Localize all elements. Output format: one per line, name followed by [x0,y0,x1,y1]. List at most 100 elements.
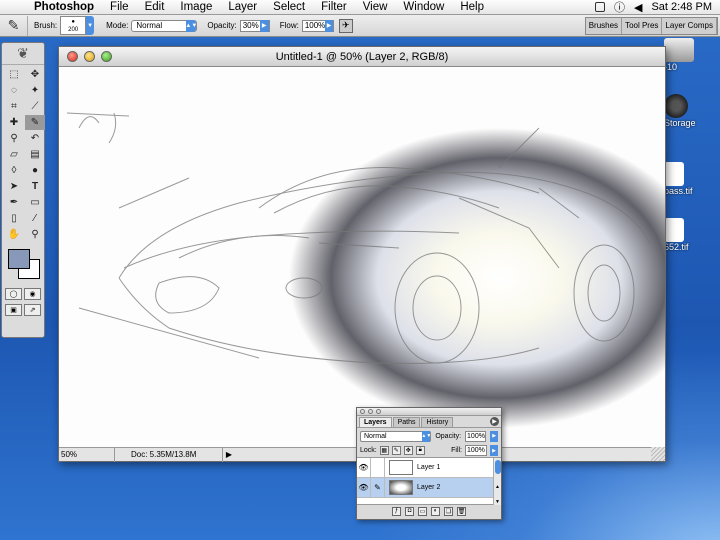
trash-icon[interactable]: 🗑︎ [457,506,466,516]
eyedropper-tool-icon[interactable]: ⁄ [25,211,45,226]
lock-all-icon[interactable]: 🔒︎ [415,446,425,455]
flow-field[interactable]: 100% ▶ [301,19,334,32]
scroll-down-arrow-icon[interactable]: ▼ [495,499,500,505]
tool-preset-brush-icon[interactable]: ✎ [0,15,28,36]
airbrush-toggle-icon[interactable]: ✈ [338,18,353,33]
scroll-up-arrow-icon[interactable]: ▲ [495,484,500,490]
lasso-tool-icon[interactable]: ◌ [4,83,24,98]
zoom-level[interactable]: 50% [59,447,115,462]
healing-brush-tool-icon[interactable]: ✚ [4,115,24,130]
volume-icon[interactable]: ◀ [634,1,642,14]
notes-tool-icon[interactable]: ▯ [4,211,24,226]
resize-handle[interactable] [651,447,665,461]
mode-select[interactable]: Normal ▲▼ [131,19,198,32]
layer-opacity-field[interactable]: 100% [465,430,487,442]
move-tool-icon[interactable]: ✥ [25,67,45,82]
menu-layer[interactable]: Layer [220,1,265,13]
menu-select[interactable]: Select [265,1,313,13]
dodge-tool-icon[interactable]: ● [25,163,45,178]
status-menu-arrow-icon[interactable]: ▶ [223,450,235,459]
pen-tool-icon[interactable]: ✒ [4,195,24,210]
tab-layers[interactable]: Layers [359,417,392,427]
brush-preview[interactable]: ● 200 [60,16,87,35]
lock-position-icon[interactable]: ✥ [403,446,413,455]
layer-name[interactable]: Layer 1 [417,464,440,471]
zoom-button[interactable] [101,51,112,62]
opacity-slider-arrow-icon[interactable]: ▶ [259,19,269,32]
standard-mode-icon[interactable]: ◯ [5,288,22,300]
quick-mask-mode-icon[interactable]: ◉ [24,288,41,300]
shape-tool-icon[interactable]: ▭ [25,195,45,210]
palette-zoom-button[interactable] [376,409,381,414]
clone-stamp-tool-icon[interactable]: ⚲ [4,131,24,146]
magic-wand-tool-icon[interactable]: ✦ [25,83,45,98]
tab-history[interactable]: History [421,417,454,427]
lock-transparency-icon[interactable]: ▦ [379,446,389,455]
jump-to-imageready-icon[interactable]: ⇗ [24,304,41,316]
palette-minimize-button[interactable] [368,409,373,414]
foreground-color-swatch[interactable] [8,249,30,269]
hard-disk-icon [664,38,694,62]
path-selection-tool-icon[interactable]: ➤ [4,179,24,194]
crop-tool-icon[interactable]: ⌗ [4,99,24,114]
new-layer-icon[interactable]: ❏ [444,506,453,516]
photoshop-feather-icon[interactable]: ❦ [2,43,44,65]
brush-dropdown-chevron-icon[interactable]: ▼ [86,16,95,35]
minimize-button[interactable] [84,51,95,62]
palette-menu-arrow-icon[interactable]: ▶ [490,417,499,426]
menu-edit[interactable]: Edit [137,1,173,13]
screen-mode-icon[interactable]: ▣ [5,304,22,316]
layers-list: 👁︎ Layer 1 👁︎ ✎ Layer 2 ▲ ▼ [357,457,501,505]
display-menu-icon[interactable] [594,2,605,12]
layer-style-icon[interactable]: ƒ [392,506,401,516]
layers-scrollbar[interactable]: ▲ ▼ [493,458,501,505]
info-menu-icon[interactable]: ⓘ [614,0,625,15]
scroll-thumb[interactable] [494,460,501,474]
type-tool-icon[interactable]: T [25,179,45,194]
eye-visibility-icon[interactable]: 👁︎ [357,477,371,498]
flow-slider-arrow-icon[interactable]: ▶ [325,19,333,32]
fill-field[interactable]: 100% [465,445,487,456]
add-mask-icon[interactable]: ◘ [405,506,414,516]
menu-window[interactable]: Window [395,1,452,13]
menu-image[interactable]: Image [172,1,220,13]
blur-tool-icon[interactable]: ◊ [4,163,24,178]
paintbrush-active-icon[interactable]: ✎ [371,477,385,498]
image-canvas[interactable] [59,68,665,448]
well-tab-tool-presets[interactable]: Tool Pres [622,17,663,34]
menu-file[interactable]: File [102,1,137,13]
gradient-tool-icon[interactable]: ▤ [25,147,45,162]
menu-clock[interactable]: Sat 2:48 PM [651,1,712,13]
layer-opacity-arrow-icon[interactable]: ▶ [490,430,498,442]
opacity-field[interactable]: 30% ▶ [239,19,270,32]
eye-visibility-icon[interactable]: 👁︎ [357,457,371,478]
menu-app-name[interactable]: Photoshop [26,1,102,13]
close-button[interactable] [67,51,78,62]
fill-label: Fill: [451,447,462,454]
well-tab-brushes[interactable]: Brushes [586,17,623,34]
menu-filter[interactable]: Filter [313,1,355,13]
layer-row-selected[interactable]: 👁︎ ✎ Layer 2 [357,477,501,498]
layer-name[interactable]: Layer 2 [417,484,440,491]
fill-arrow-icon[interactable]: ▶ [490,445,498,456]
hand-tool-icon[interactable]: ✋ [4,227,24,242]
menu-help[interactable]: Help [452,1,492,13]
new-set-icon[interactable]: ▭ [418,506,427,516]
brush-tool-icon[interactable]: ✎ [25,115,45,130]
palette-titlebar[interactable] [357,408,501,416]
slice-tool-icon[interactable]: ⟋ [25,99,45,114]
well-tab-layer-comps[interactable]: Layer Comps [662,17,717,34]
history-brush-tool-icon[interactable]: ↶ [25,131,45,146]
document-titlebar[interactable]: Untitled-1 @ 50% (Layer 2, RGB/8) [59,47,665,67]
layer-row[interactable]: 👁︎ Layer 1 [357,457,501,478]
adjustment-layer-icon[interactable]: ◐ [431,506,440,516]
menu-view[interactable]: View [355,1,396,13]
blend-mode-select[interactable]: Normal ▲▼ [360,430,432,442]
tab-paths[interactable]: Paths [392,417,421,427]
lock-image-icon[interactable]: ✎ [391,446,401,455]
zoom-tool-icon[interactable]: ⚲ [25,227,45,242]
marquee-tool-icon[interactable]: ⬚ [4,67,24,82]
palette-close-button[interactable] [360,409,365,414]
link-slot[interactable] [371,457,385,478]
eraser-tool-icon[interactable]: ▱ [4,147,24,162]
